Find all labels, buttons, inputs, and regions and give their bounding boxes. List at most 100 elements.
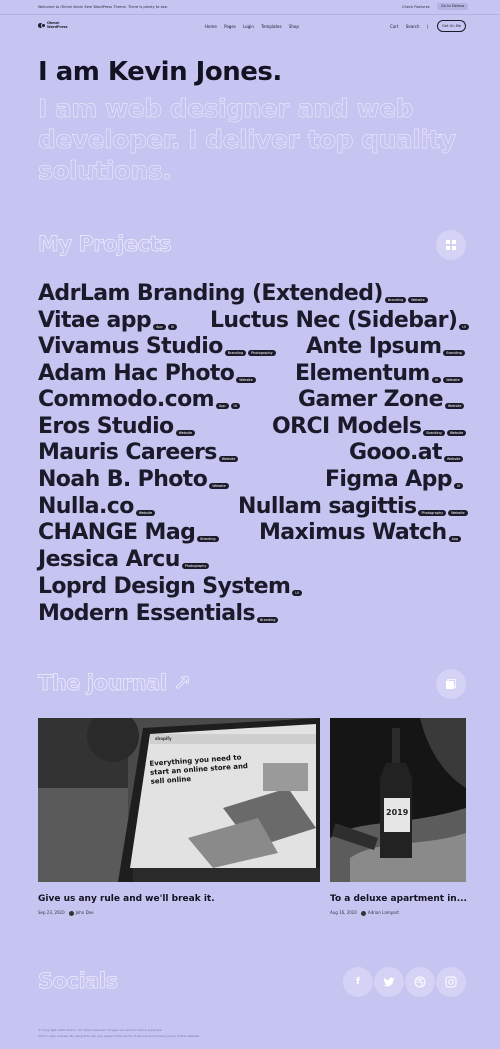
project-item[interactable]: Figma App UI bbox=[325, 467, 464, 493]
project-item[interactable]: Vivamus Studio Branding Photography bbox=[38, 334, 276, 360]
right-nav: Cart Search | bbox=[390, 24, 434, 29]
project-item[interactable]: ORCI Models Branding Website bbox=[272, 414, 467, 440]
journal-icon bbox=[446, 679, 456, 689]
main-nav: Home Pages Login Templates Shop bbox=[205, 24, 305, 29]
project-item[interactable]: Gooo.at Website bbox=[349, 440, 464, 466]
project-tag-badge: Branding bbox=[443, 349, 465, 357]
cta-button[interactable]: Get On Me bbox=[437, 20, 466, 32]
post-1-image[interactable]: shopify Everything you need to start an … bbox=[38, 718, 320, 882]
dribbble-icon[interactable] bbox=[405, 967, 435, 997]
author-avatar bbox=[68, 910, 74, 916]
laptop-photo bbox=[38, 718, 320, 882]
project-name: AdrLam Branding (Extended) bbox=[38, 281, 383, 306]
project-item[interactable]: Modern Essentials Branding bbox=[38, 601, 279, 627]
project-item[interactable]: Vitae app App UI bbox=[38, 308, 178, 334]
project-name: Vivamus Studio bbox=[38, 334, 223, 359]
post-1-author[interactable]: John Doe bbox=[76, 910, 94, 915]
project-tag-badge: Website bbox=[444, 402, 465, 410]
projects-heading: My Projects bbox=[38, 232, 172, 257]
project-item[interactable]: Eros Studio Website bbox=[38, 414, 196, 440]
project-item[interactable]: Adam Hac Photo Website bbox=[38, 361, 256, 387]
project-tag-badge: Branding bbox=[423, 429, 445, 437]
project-tag-badge: App bbox=[448, 535, 462, 543]
project-item[interactable]: Mauris Careers Website bbox=[38, 440, 239, 466]
instagram-camera-glyph bbox=[445, 976, 457, 987]
project-tag-badge: UI bbox=[459, 323, 469, 331]
instagram-icon[interactable] bbox=[436, 967, 466, 997]
twitter-icon[interactable] bbox=[374, 967, 404, 997]
project-item[interactable]: Ante Ipsum Branding bbox=[306, 334, 465, 360]
post-1-meta: Sep 23, 2020 John Doe bbox=[38, 910, 94, 916]
project-name: Gamer Zone bbox=[298, 387, 444, 412]
project-name: Luctus Nec (Sidebar) bbox=[210, 308, 458, 333]
nav-item-login[interactable]: Login bbox=[243, 24, 254, 29]
project-name: Eros Studio bbox=[38, 414, 174, 439]
journal-heading[interactable]: The journal ↗ bbox=[38, 671, 192, 696]
welcome-text: Welcome to Ohmni Kevin Sem WordPress The… bbox=[38, 5, 169, 9]
project-tag-badge: Website bbox=[218, 455, 239, 463]
nav-divider: | bbox=[426, 24, 429, 29]
project-name: Ante Ipsum bbox=[306, 334, 442, 359]
post-1-title[interactable]: Give us any rule and we'll break it. bbox=[38, 894, 215, 904]
post-2-title[interactable]: To a deluxe apartment in... bbox=[330, 894, 467, 904]
facebook-icon[interactable]: f bbox=[343, 967, 373, 997]
nav-item-pages[interactable]: Pages bbox=[224, 24, 236, 29]
search-link[interactable]: Search bbox=[406, 24, 420, 29]
project-tag-badge: Website bbox=[236, 376, 256, 384]
top-bar: Welcome to Ohmni Kevin Sem WordPress The… bbox=[0, 0, 500, 14]
project-item[interactable]: AdrLam Branding (Extended) Branding Websit… bbox=[38, 281, 428, 307]
project-name: Figma App bbox=[325, 467, 452, 492]
project-name: Jessica Arcu bbox=[38, 547, 180, 572]
project-name: Gooo.at bbox=[349, 440, 443, 465]
project-tag-badge: Branding bbox=[224, 349, 247, 357]
post-2-author[interactable]: Adrian Lampart bbox=[368, 910, 399, 915]
project-tag-badge: UI bbox=[431, 376, 442, 384]
project-tag-badge: Branding bbox=[197, 535, 219, 543]
project-item[interactable]: Nullam sagittis Photography Website bbox=[238, 494, 468, 520]
project-tag-badge: Website bbox=[135, 509, 156, 517]
project-tag-badge: Website bbox=[209, 482, 229, 490]
dribbble-ball-glyph bbox=[414, 976, 426, 987]
project-tag-badge: UI bbox=[167, 323, 178, 331]
project-item[interactable]: Luctus Nec (Sidebar) UI bbox=[210, 308, 469, 334]
project-item[interactable]: Loprd Design System UI bbox=[38, 574, 302, 600]
check-features-link[interactable]: Check Features bbox=[402, 5, 430, 9]
project-name: Mauris Careers bbox=[38, 440, 217, 465]
project-tag-badge: Website bbox=[443, 455, 464, 463]
project-tag-badge: Photography bbox=[248, 349, 276, 357]
project-tag-badge: Website bbox=[448, 509, 468, 517]
cart-link[interactable]: Cart bbox=[390, 24, 398, 29]
author-avatar bbox=[360, 910, 366, 916]
logo-text: Ohmni WordPress bbox=[47, 21, 68, 29]
project-item[interactable]: Noah B. Photo Website bbox=[38, 467, 229, 493]
project-tag-badge: App bbox=[215, 402, 229, 410]
footer-copyright: © Copyright 2020 Ohmni. All rights reser… bbox=[38, 1028, 163, 1032]
project-item[interactable]: Maximus Watch App bbox=[259, 520, 462, 546]
nav-item-home[interactable]: Home bbox=[205, 24, 217, 29]
project-item[interactable]: CHANGE Mag Branding bbox=[38, 520, 219, 546]
project-name: CHANGE Mag bbox=[38, 520, 196, 545]
project-tag-badge: Website bbox=[408, 296, 428, 304]
post-2-image[interactable]: 2019 bbox=[330, 718, 466, 882]
project-item[interactable]: Jessica Arcu Photography bbox=[38, 547, 210, 573]
go-to-demos-button[interactable]: Go to Demos bbox=[437, 2, 469, 10]
logo-mark-icon-2 bbox=[41, 23, 46, 28]
project-item[interactable]: Commodo.com App UI bbox=[38, 387, 241, 413]
project-item[interactable]: Nulla.co Website bbox=[38, 494, 156, 520]
hero-subtitle: I am web designer and web developer. I d… bbox=[38, 94, 457, 186]
projects-grid-button[interactable] bbox=[436, 230, 466, 260]
post-1-image-brand: shopify bbox=[155, 736, 172, 741]
project-item[interactable]: Gamer Zone Website bbox=[298, 387, 465, 413]
project-name: Loprd Design System bbox=[38, 574, 291, 599]
site-logo[interactable]: Ohmni WordPress bbox=[38, 21, 70, 30]
project-name: Modern Essentials bbox=[38, 601, 256, 626]
nav-item-templates[interactable]: Templates bbox=[261, 24, 281, 29]
journal-button[interactable] bbox=[436, 669, 466, 699]
project-name: Adam Hac Photo bbox=[38, 361, 235, 386]
grid-icon bbox=[446, 240, 456, 250]
nav-item-shop[interactable]: Shop bbox=[289, 24, 299, 29]
socials-heading: Socials bbox=[38, 969, 119, 994]
project-item[interactable]: Elementum UI Website bbox=[295, 361, 463, 387]
wine-bottle-photo bbox=[330, 718, 466, 882]
post-2-date: Aug 16, 2020 bbox=[330, 910, 357, 915]
